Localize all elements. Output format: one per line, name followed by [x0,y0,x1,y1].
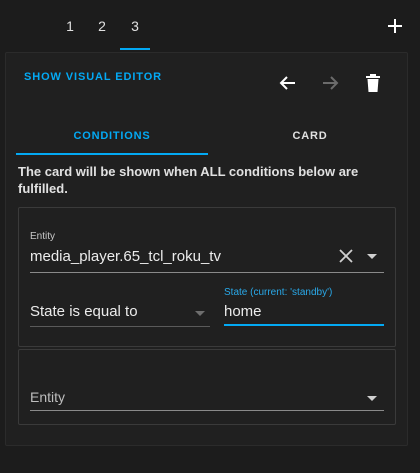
arrow-left-icon [279,76,295,90]
plus-icon [388,19,402,33]
add-card-button[interactable] [384,15,406,37]
arrow-right-icon [323,76,339,90]
tab-card[interactable]: CARD [214,117,406,155]
delete-card-button[interactable] [362,72,384,94]
card-editor-panel: SHOW VISUAL EDITOR CONDITIONS CARD The c… [5,52,408,446]
clear-entity-button[interactable] [337,247,355,265]
new-entity-picker-input[interactable]: Entity [30,389,65,405]
state-mode-underline [30,326,210,327]
state-mode-select[interactable]: State is equal to [30,303,138,320]
caret-down-icon [367,254,377,259]
tab-1-label: 1 [66,18,74,34]
state-field-underline [224,324,384,326]
trash-icon [366,74,380,92]
entity-field-label: Entity [30,231,56,242]
card-tab-bar: 1 2 3 [0,0,420,52]
active-tab-indicator [120,48,150,50]
conditional-card-editor: 1 2 3 SHOW VISUAL EDITOR CONDITIONS CARD… [0,0,420,473]
tab-3[interactable]: 3 [120,0,150,52]
new-entity-dropdown-toggle[interactable] [364,390,380,406]
close-icon [339,249,353,263]
tab-conditions-label: CONDITIONS [73,130,151,142]
caret-down-icon [367,396,377,401]
caret-down-icon [195,311,205,316]
redo-button[interactable] [319,72,341,94]
conditions-info-text: The card will be shown when ALL conditio… [18,164,359,196]
condition-row-1: Entity media_player.65_tcl_roku_tv State… [18,207,396,347]
tab-card-label: CARD [292,130,328,142]
tab-1[interactable]: 1 [55,0,85,52]
editor-subtabs: CONDITIONS CARD [16,117,400,155]
entity-field-underline [30,272,384,273]
state-mode-dropdown-toggle[interactable] [192,305,208,321]
entity-picker-input[interactable]: media_player.65_tcl_roku_tv [30,248,221,265]
undo-button[interactable] [277,72,299,94]
state-value-input[interactable]: home [224,303,262,320]
tab-2-label: 2 [98,18,106,34]
condition-row-2: Entity [18,349,396,425]
tab-2[interactable]: 2 [87,0,117,52]
tab-conditions[interactable]: CONDITIONS [16,117,208,155]
entity-dropdown-toggle[interactable] [364,248,380,264]
new-entity-underline [30,410,384,411]
state-field-label: State (current: 'standby') [224,287,333,298]
show-visual-editor-button[interactable]: SHOW VISUAL EDITOR [24,71,162,83]
active-subtab-indicator [16,153,208,155]
tab-3-label: 3 [131,18,139,34]
